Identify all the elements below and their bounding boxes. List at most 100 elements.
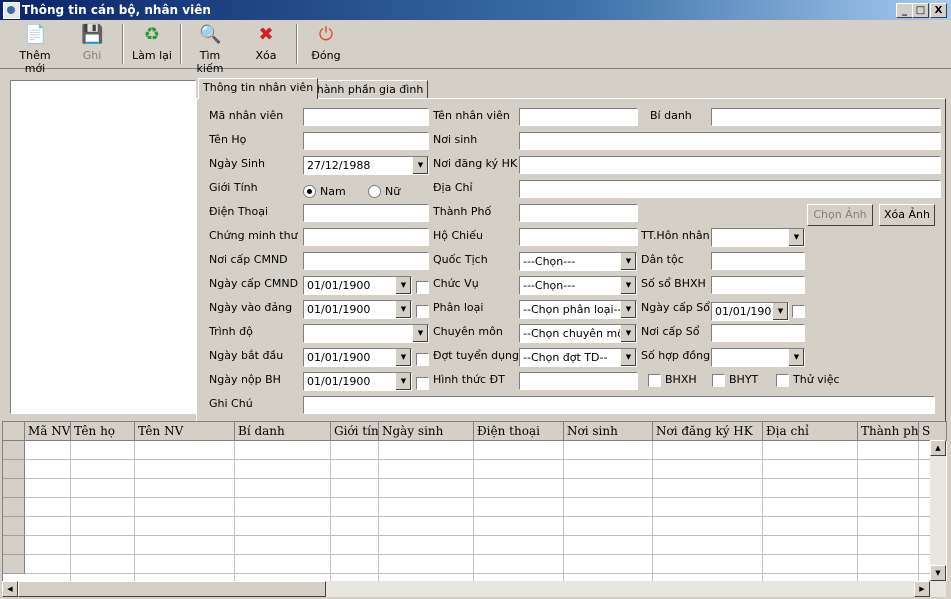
- start-date-checkbox[interactable]: [416, 353, 429, 366]
- scroll-up-icon[interactable]: ▲: [930, 440, 946, 456]
- search-button[interactable]: 🔍 Tìm kiếm: [186, 22, 234, 75]
- nationality-select[interactable]: ---Chọn--- ▼: [519, 252, 637, 271]
- row-header[interactable]: [3, 479, 25, 498]
- specialty-select[interactable]: --Chọn chuyên môn-- ▼: [519, 324, 637, 343]
- row-header[interactable]: [3, 441, 25, 460]
- maximize-button[interactable]: □: [912, 3, 929, 18]
- party-join-date-picker[interactable]: 01/01/1900 ▼: [303, 300, 412, 319]
- city-input[interactable]: [519, 204, 638, 222]
- col-header-phone[interactable]: Điện thoại: [474, 422, 564, 441]
- save-button[interactable]: 💾 Ghi: [70, 22, 114, 66]
- phone-input[interactable]: [303, 204, 429, 222]
- address-input[interactable]: [519, 180, 941, 198]
- col-header-gender[interactable]: Giới tính: [331, 422, 379, 441]
- dropdown-arrow-icon[interactable]: ▼: [620, 349, 636, 366]
- row-header[interactable]: [3, 517, 25, 536]
- dropdown-arrow-icon[interactable]: ▼: [620, 277, 636, 294]
- scroll-thumb[interactable]: [18, 581, 326, 597]
- marital-status-select[interactable]: ▼: [711, 228, 805, 247]
- contract-no-select[interactable]: ▼: [711, 348, 805, 367]
- dropdown-arrow-icon[interactable]: ▼: [772, 303, 788, 320]
- scroll-left-icon[interactable]: ◀: [2, 581, 18, 597]
- insurance-submit-date-checkbox[interactable]: [416, 377, 429, 390]
- close-window-button[interactable]: X: [930, 3, 947, 18]
- grid-line: [134, 441, 135, 582]
- choose-photo-button[interactable]: Chọn Ảnh: [807, 204, 873, 226]
- recruitment-batch-select[interactable]: --Chọn đợt TD-- ▼: [519, 348, 637, 367]
- col-header-city[interactable]: Thành phố: [858, 422, 919, 441]
- education-select[interactable]: ▼: [303, 324, 429, 343]
- ethnicity-input[interactable]: [711, 252, 805, 270]
- dropdown-arrow-icon[interactable]: ▼: [788, 229, 804, 246]
- dropdown-arrow-icon[interactable]: ▼: [412, 157, 428, 174]
- party-join-date-checkbox[interactable]: [416, 305, 429, 318]
- employee-grid[interactable]: Mã NV Tên họ Tên NV Bí danh Giới tính Ng…: [2, 421, 947, 582]
- col-header-more[interactable]: S: [919, 422, 947, 441]
- book-issue-date-picker[interactable]: 01/01/1900 ▼: [711, 302, 789, 321]
- notes-input[interactable]: [303, 396, 935, 414]
- scroll-down-icon[interactable]: ▼: [930, 565, 946, 581]
- employee-name-input[interactable]: [519, 108, 638, 126]
- employee-tree-panel[interactable]: [10, 80, 196, 414]
- row-header[interactable]: [3, 555, 25, 574]
- col-header-address[interactable]: Địa chỉ: [763, 422, 858, 441]
- dropdown-arrow-icon[interactable]: ▼: [395, 277, 411, 294]
- minimize-button[interactable]: _: [896, 3, 913, 18]
- dropdown-arrow-icon[interactable]: ▼: [788, 349, 804, 366]
- dropdown-arrow-icon[interactable]: ▼: [395, 373, 411, 390]
- employee-id-input[interactable]: [303, 108, 429, 126]
- id-card-input[interactable]: [303, 228, 429, 246]
- book-issue-date-checkbox[interactable]: [792, 305, 805, 318]
- add-new-button[interactable]: 📄 Thêm mới: [8, 22, 62, 75]
- tab-employee-info[interactable]: Thông tin nhân viên: [198, 78, 319, 99]
- insurance-submit-date-picker[interactable]: 01/01/1900 ▼: [303, 372, 412, 391]
- col-header-birthdate[interactable]: Ngày sinh: [379, 422, 474, 441]
- probation-checkbox[interactable]: [776, 374, 789, 387]
- row-header[interactable]: [3, 460, 25, 479]
- gender-female-radio[interactable]: [368, 185, 381, 198]
- book-issue-place-input[interactable]: [711, 324, 805, 342]
- tab-family[interactable]: Thành phần gia đình: [305, 80, 429, 99]
- row-header[interactable]: [3, 536, 25, 555]
- id-issue-place-input[interactable]: [303, 252, 429, 270]
- bhyt-checkbox[interactable]: [712, 374, 725, 387]
- birthdate-picker[interactable]: 27/12/1988 ▼: [303, 156, 429, 175]
- delete-photo-button[interactable]: Xóa Ảnh: [879, 204, 935, 226]
- col-header-alias[interactable]: Bí danh: [235, 422, 331, 441]
- delete-button[interactable]: ✖ Xóa: [246, 22, 286, 66]
- training-type-input[interactable]: [519, 372, 638, 390]
- category-value: --Chọn phân loại--: [523, 303, 622, 316]
- dropdown-arrow-icon[interactable]: ▼: [395, 301, 411, 318]
- category-label: Phân loại: [433, 301, 484, 314]
- dropdown-arrow-icon[interactable]: ▼: [412, 325, 428, 342]
- last-name-input[interactable]: [303, 132, 429, 150]
- id-issue-date-picker[interactable]: 01/01/1900 ▼: [303, 276, 412, 295]
- col-header-household-reg[interactable]: Nơi đăng ký HK: [653, 422, 763, 441]
- close-form-button[interactable]: ⏻ Đóng: [306, 22, 346, 66]
- alias-input[interactable]: [711, 108, 941, 126]
- social-insurance-no-input[interactable]: [711, 276, 805, 294]
- col-header-birthplace[interactable]: Nơi sinh: [564, 422, 653, 441]
- col-header-first-name[interactable]: Tên NV: [135, 422, 235, 441]
- gender-male-radio[interactable]: [303, 185, 316, 198]
- birthplace-input[interactable]: [519, 132, 941, 150]
- dropdown-arrow-icon[interactable]: ▼: [395, 349, 411, 366]
- dropdown-arrow-icon[interactable]: ▼: [620, 325, 636, 342]
- recruitment-batch-label: Đợt tuyển dụng: [433, 349, 520, 362]
- dropdown-arrow-icon[interactable]: ▼: [620, 301, 636, 318]
- bhxh-checkbox[interactable]: [648, 374, 661, 387]
- start-date-picker[interactable]: 01/01/1900 ▼: [303, 348, 412, 367]
- dropdown-arrow-icon[interactable]: ▼: [620, 253, 636, 270]
- vertical-scrollbar[interactable]: ▲ ▼: [930, 440, 946, 581]
- position-select[interactable]: ---Chọn--- ▼: [519, 276, 637, 295]
- horizontal-scrollbar[interactable]: ◀ ▶: [2, 581, 946, 597]
- row-header[interactable]: [3, 498, 25, 517]
- household-reg-input[interactable]: [519, 156, 941, 174]
- col-header-employee-id[interactable]: Mã NV: [25, 422, 71, 441]
- id-issue-date-checkbox[interactable]: [416, 281, 429, 294]
- passport-input[interactable]: [519, 228, 638, 246]
- category-select[interactable]: --Chọn phân loại-- ▼: [519, 300, 637, 319]
- refresh-button[interactable]: ♻ Làm lại: [130, 22, 174, 66]
- col-header-last-name[interactable]: Tên họ: [71, 422, 135, 441]
- scroll-right-icon[interactable]: ▶: [914, 581, 930, 597]
